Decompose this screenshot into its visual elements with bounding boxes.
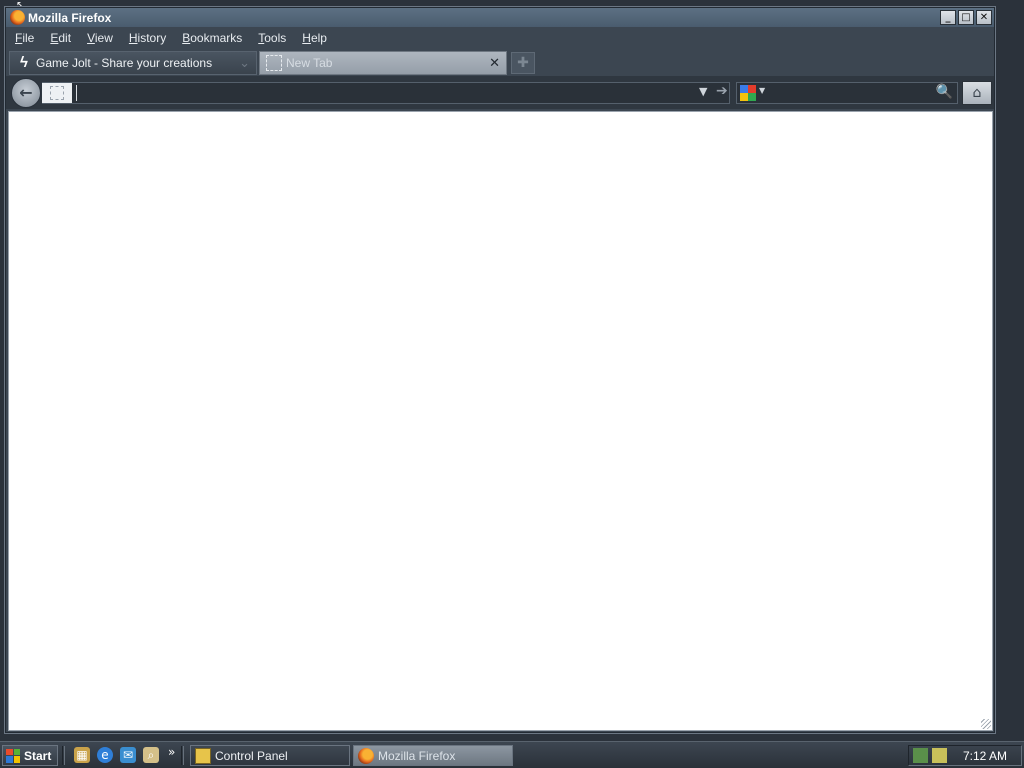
firefox-icon	[10, 10, 25, 25]
search-bar[interactable]: ▼ 🔍	[736, 82, 958, 104]
url-bar[interactable]: ▼ ➔	[42, 82, 730, 104]
windows-logo-icon	[6, 748, 20, 763]
menu-file[interactable]: File	[15, 31, 34, 45]
close-tab-icon[interactable]: ⌄	[239, 56, 250, 70]
blank-page-icon	[266, 55, 282, 71]
menu-history[interactable]: History	[129, 31, 166, 45]
go-arrow-icon[interactable]: ➔	[716, 83, 728, 99]
menu-help[interactable]: Help	[302, 31, 327, 45]
search-folder-icon[interactable]: ⌕	[143, 747, 159, 763]
tab-strip: ϟ Game Jolt - Share your creations ⌄ New…	[6, 48, 994, 76]
menu-view[interactable]: View	[87, 31, 113, 45]
site-identity-icon[interactable]	[42, 83, 72, 103]
volume-icon[interactable]	[932, 748, 947, 763]
close-tab-icon[interactable]: ✕	[489, 56, 500, 70]
start-button[interactable]: Start	[2, 745, 58, 766]
page-content[interactable]	[8, 111, 993, 731]
firefox-window: Mozilla Firefox _ □ ✕ File Edit View His…	[4, 6, 996, 734]
maximize-button[interactable]: □	[958, 10, 974, 25]
back-button[interactable]: ←	[11, 78, 41, 108]
game-jolt-icon: ϟ	[20, 54, 28, 71]
window-controls: _ □ ✕	[940, 10, 992, 25]
navigation-toolbar: ▼ ➔ ← ▼ 🔍 ⌂	[6, 76, 994, 109]
task-control-panel[interactable]: Control Panel	[190, 745, 350, 766]
control-panel-icon	[195, 747, 211, 764]
search-input[interactable]	[769, 85, 929, 101]
close-button[interactable]: ✕	[976, 10, 992, 25]
taskbar-separator	[62, 746, 65, 765]
taskbar: Start ▦ e ✉ ⌕ » Control Panel Mozilla Fi…	[0, 741, 1024, 768]
menu-tools[interactable]: Tools	[258, 31, 286, 45]
internet-explorer-icon[interactable]: e	[97, 747, 113, 763]
system-tray: 7:12 AM	[908, 745, 1022, 766]
taskbar-separator	[181, 746, 184, 765]
firefox-icon	[358, 747, 374, 764]
menu-bar: File Edit View History Bookmarks Tools H…	[6, 27, 994, 48]
minimize-button[interactable]: _	[940, 10, 956, 25]
new-tab-button[interactable]: ✚	[511, 52, 535, 74]
url-dropdown-icon[interactable]: ▼	[699, 85, 707, 98]
task-label: Control Panel	[215, 748, 288, 763]
search-magnifier-icon[interactable]: 🔍	[936, 84, 953, 100]
quick-launch-more-icon[interactable]: »	[168, 745, 175, 759]
tab-label: New Tab	[286, 56, 333, 70]
tab-label: Game Jolt - Share your creations	[36, 56, 213, 70]
tab-new-tab[interactable]: New Tab ✕	[259, 51, 507, 75]
show-desktop-icon[interactable]: ▦	[74, 747, 90, 763]
url-input[interactable]	[76, 85, 676, 101]
outlook-express-icon[interactable]: ✉	[120, 747, 136, 763]
tab-game-jolt[interactable]: ϟ Game Jolt - Share your creations ⌄	[9, 51, 257, 75]
network-icon[interactable]	[913, 748, 928, 763]
home-button[interactable]: ⌂	[962, 81, 992, 105]
window-title: Mozilla Firefox	[28, 10, 112, 25]
menu-edit[interactable]: Edit	[50, 31, 71, 45]
menu-bookmarks[interactable]: Bookmarks	[182, 31, 242, 45]
resize-grip-icon[interactable]	[981, 719, 991, 729]
task-mozilla-firefox[interactable]: Mozilla Firefox	[353, 745, 513, 766]
title-bar[interactable]: Mozilla Firefox _ □ ✕	[6, 8, 994, 27]
engine-dropdown-icon[interactable]: ▼	[759, 86, 765, 95]
clock[interactable]: 7:12 AM	[963, 749, 1007, 763]
google-icon[interactable]	[740, 85, 756, 101]
start-label: Start	[24, 748, 52, 763]
task-label: Mozilla Firefox	[378, 748, 456, 763]
